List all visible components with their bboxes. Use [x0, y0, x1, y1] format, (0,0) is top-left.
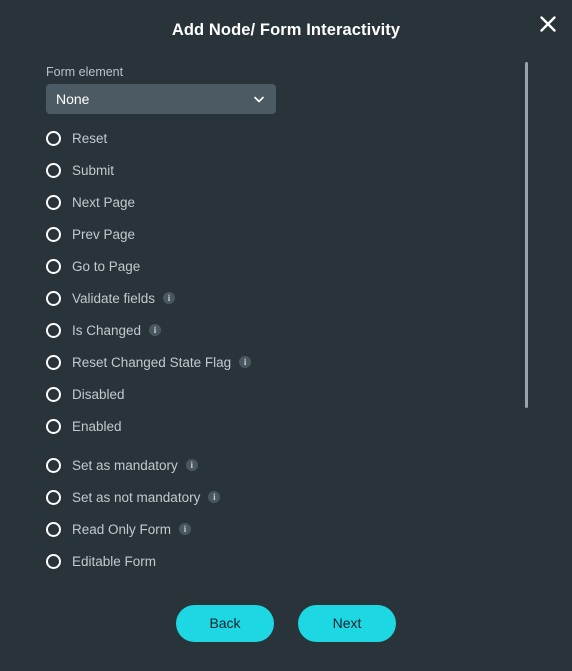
- add-node-form-interactivity-dialog: Add Node/ Form Interactivity Form elemen…: [0, 0, 572, 671]
- interactivity-options-list: Reset Submit Next Page Prev Page Go to Page V…: [0, 122, 572, 577]
- radio-button-icon[interactable]: [46, 354, 61, 370]
- option-row[interactable]: Read Only Form i: [0, 513, 572, 545]
- option-label: Submit: [72, 162, 115, 178]
- radio-button-icon[interactable]: [46, 418, 61, 434]
- option-label: Prev Page: [72, 226, 136, 242]
- close-icon: [538, 14, 558, 34]
- info-icon[interactable]: i: [163, 292, 176, 304]
- page-title: Add Node/ Form Interactivity: [171, 21, 401, 39]
- radio-button-icon[interactable]: [46, 258, 61, 274]
- options-scrollbar-track[interactable]: [525, 62, 528, 408]
- option-row[interactable]: Reset: [0, 122, 572, 154]
- info-icon[interactable]: i: [179, 523, 192, 535]
- close-button[interactable]: [532, 8, 564, 40]
- dialog-footer: Back Next: [0, 587, 572, 671]
- option-row[interactable]: Validate fields i: [0, 282, 572, 314]
- radio-button-icon[interactable]: [46, 162, 61, 178]
- info-icon[interactable]: i: [149, 324, 162, 336]
- option-label: Editable Form: [72, 553, 157, 569]
- info-icon[interactable]: i: [185, 459, 198, 471]
- radio-button-icon[interactable]: [46, 226, 61, 242]
- option-label: Set as not mandatory: [72, 489, 201, 505]
- option-label: Enabled: [72, 418, 122, 434]
- option-row[interactable]: Is Changed i: [0, 314, 572, 346]
- dialog-header: Add Node/ Form Interactivity: [0, 0, 572, 56]
- option-row[interactable]: Submit: [0, 154, 572, 186]
- radio-button-icon[interactable]: [46, 130, 61, 146]
- dialog-body: Form element None Reset Submit Next Page Pr…: [0, 56, 572, 671]
- option-row[interactable]: Enabled: [0, 410, 572, 442]
- option-row[interactable]: Reset Changed State Flag i: [0, 346, 572, 378]
- option-label: Reset: [72, 130, 108, 146]
- option-row[interactable]: Set as mandatory i: [0, 449, 572, 481]
- option-label: Next Page: [72, 194, 136, 210]
- form-element-select[interactable]: None: [46, 84, 276, 114]
- radio-button-icon[interactable]: [46, 194, 61, 210]
- option-label: Reset Changed State Flag: [72, 354, 232, 370]
- form-element-select-value: None: [56, 91, 90, 107]
- option-row[interactable]: Prev Page: [0, 218, 572, 250]
- radio-button-icon[interactable]: [46, 322, 61, 338]
- option-row[interactable]: Disabled: [0, 378, 572, 410]
- radio-button-icon[interactable]: [46, 386, 61, 402]
- option-row[interactable]: Go to Page: [0, 250, 572, 282]
- next-button[interactable]: Next: [298, 604, 396, 642]
- radio-button-icon[interactable]: [46, 457, 61, 473]
- radio-button-icon[interactable]: [46, 553, 61, 569]
- option-label: Is Changed: [72, 322, 142, 338]
- option-label: Validate fields: [72, 290, 156, 306]
- options-scrollbar-thumb[interactable]: [525, 62, 528, 408]
- info-icon[interactable]: i: [239, 356, 252, 368]
- option-label: Set as mandatory: [72, 457, 178, 473]
- back-button[interactable]: Back: [176, 604, 274, 642]
- chevron-down-icon: [252, 92, 266, 106]
- option-row[interactable]: Editable Form: [0, 545, 572, 577]
- option-label: Go to Page: [72, 258, 141, 274]
- radio-button-icon[interactable]: [46, 290, 61, 306]
- option-row[interactable]: Next Page: [0, 186, 572, 218]
- option-row[interactable]: Set as not mandatory i: [0, 481, 572, 513]
- option-label: Disabled: [72, 386, 125, 402]
- option-label: Read Only Form: [72, 521, 172, 537]
- info-icon[interactable]: i: [208, 491, 221, 503]
- options-scroll-area: Form element None Reset Submit Next Page Pr…: [0, 56, 572, 671]
- radio-button-icon[interactable]: [46, 521, 61, 537]
- form-element-label: Form element: [46, 65, 124, 79]
- radio-button-icon[interactable]: [46, 489, 61, 505]
